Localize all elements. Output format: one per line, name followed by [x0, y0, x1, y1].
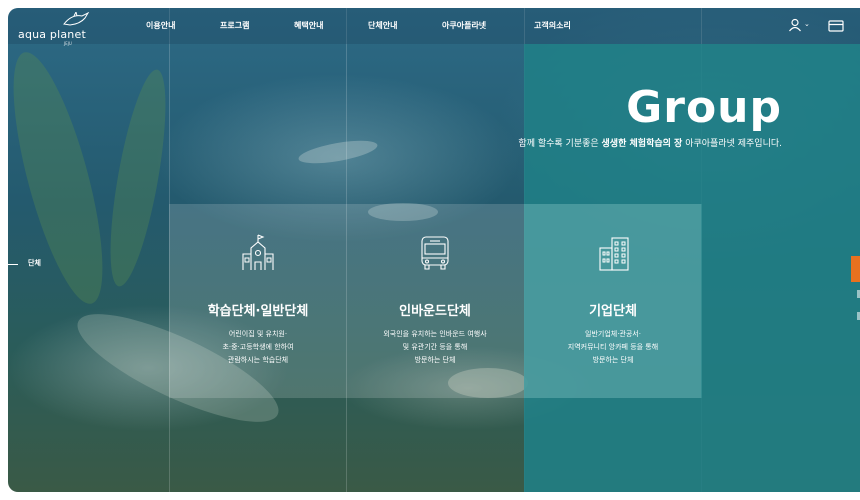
subtitle-emphasis: 생생한 체험학습의 장	[601, 139, 683, 149]
page-title: Group	[626, 82, 782, 133]
logo-text: aqua planet	[18, 28, 86, 41]
school-icon	[242, 234, 274, 270]
ticket-icon[interactable]	[828, 20, 844, 32]
card-desc-line: 방문하는 단체	[414, 356, 456, 364]
card-description: 어린이집 및 유치원· 초·중·고등학생에 한하여 관람하시는 학습단체	[179, 328, 337, 367]
background-kelp	[8, 44, 121, 312]
card-desc-line: 방문하는 단체	[592, 356, 634, 364]
subtitle-text: 아쿠아플라넷 제주입니다.	[682, 139, 782, 149]
card-title: 학습단체·일반단체	[207, 304, 309, 319]
hero-section: aqua planet JEJU 이용안내 프로그램 혜택안내 단체안내 아쿠아…	[8, 8, 860, 492]
card-description: 외국인을 유치하는 인바운드 여행사 및 유관기간 등을 통해 방문하는 단체	[356, 328, 514, 367]
card-desc-line: 초·중·고등학생에 한하여	[222, 343, 294, 351]
card-title: 기업단체	[589, 304, 637, 319]
shark-logo-icon	[63, 12, 90, 26]
card-desc-line: 관람하시는 학습단체	[227, 356, 289, 364]
card-learning-group[interactable]: 학습단체·일반단체 어린이집 및 유치원· 초·중·고등학생에 한하여 관람하시…	[169, 204, 347, 398]
side-quick-tab[interactable]	[851, 256, 860, 282]
background-fish	[297, 136, 379, 168]
nav-item-usage[interactable]: 이용안내	[146, 8, 175, 44]
nav-item-program[interactable]: 프로그램	[220, 8, 249, 44]
page-subtitle: 함께 할수록 기분좋은 생생한 체험학습의 장 아쿠아플라넷 제주입니다.	[518, 136, 782, 149]
nav-item-group[interactable]: 단체안내	[368, 8, 397, 44]
nav-item-customer-voice[interactable]: 고객의소리	[534, 8, 571, 44]
chevron-down-icon[interactable]: ⌄	[804, 20, 810, 28]
side-label: 단체	[28, 259, 41, 267]
card-title: 인바운드단체	[399, 304, 471, 319]
logo-sub: JEJU	[64, 41, 72, 46]
nav-item-aquaplanet[interactable]: 아쿠아플라넷	[442, 8, 486, 44]
card-corporate-group[interactable]: 기업단체 일반기업체·관공서· 지역커뮤니티 앙카페 등을 통해 방문하는 단체	[524, 204, 702, 398]
card-description: 일반기업체·관공서· 지역커뮤니티 앙카페 등을 통해 방문하는 단체	[534, 328, 692, 367]
building-icon	[599, 237, 629, 271]
user-icon[interactable]	[788, 18, 802, 32]
card-desc-line: 외국인을 유치하는 인바운드 여행사	[383, 330, 487, 338]
nav-item-benefits[interactable]: 혜택안내	[294, 8, 323, 44]
card-desc-line: 일반기업체·관공서·	[585, 330, 641, 338]
bus-icon	[421, 236, 449, 270]
side-indicator-line	[8, 264, 18, 265]
card-inbound-group[interactable]: 인바운드단체 외국인을 유치하는 인바운드 여행사 및 유관기간 등을 통해 방…	[346, 204, 524, 398]
background-kelp	[99, 66, 177, 290]
card-desc-line: 어린이집 및 유치원·	[228, 330, 288, 338]
card-desc-line: 및 유관기간 등을 통해	[402, 343, 468, 351]
subtitle-text: 함께 할수록 기분좋은	[518, 139, 602, 149]
card-desc-line: 지역커뮤니티 앙카페 등을 통해	[567, 343, 659, 351]
site-header: aqua planet JEJU 이용안내 프로그램 혜택안내 단체안내 아쿠아…	[8, 8, 860, 46]
